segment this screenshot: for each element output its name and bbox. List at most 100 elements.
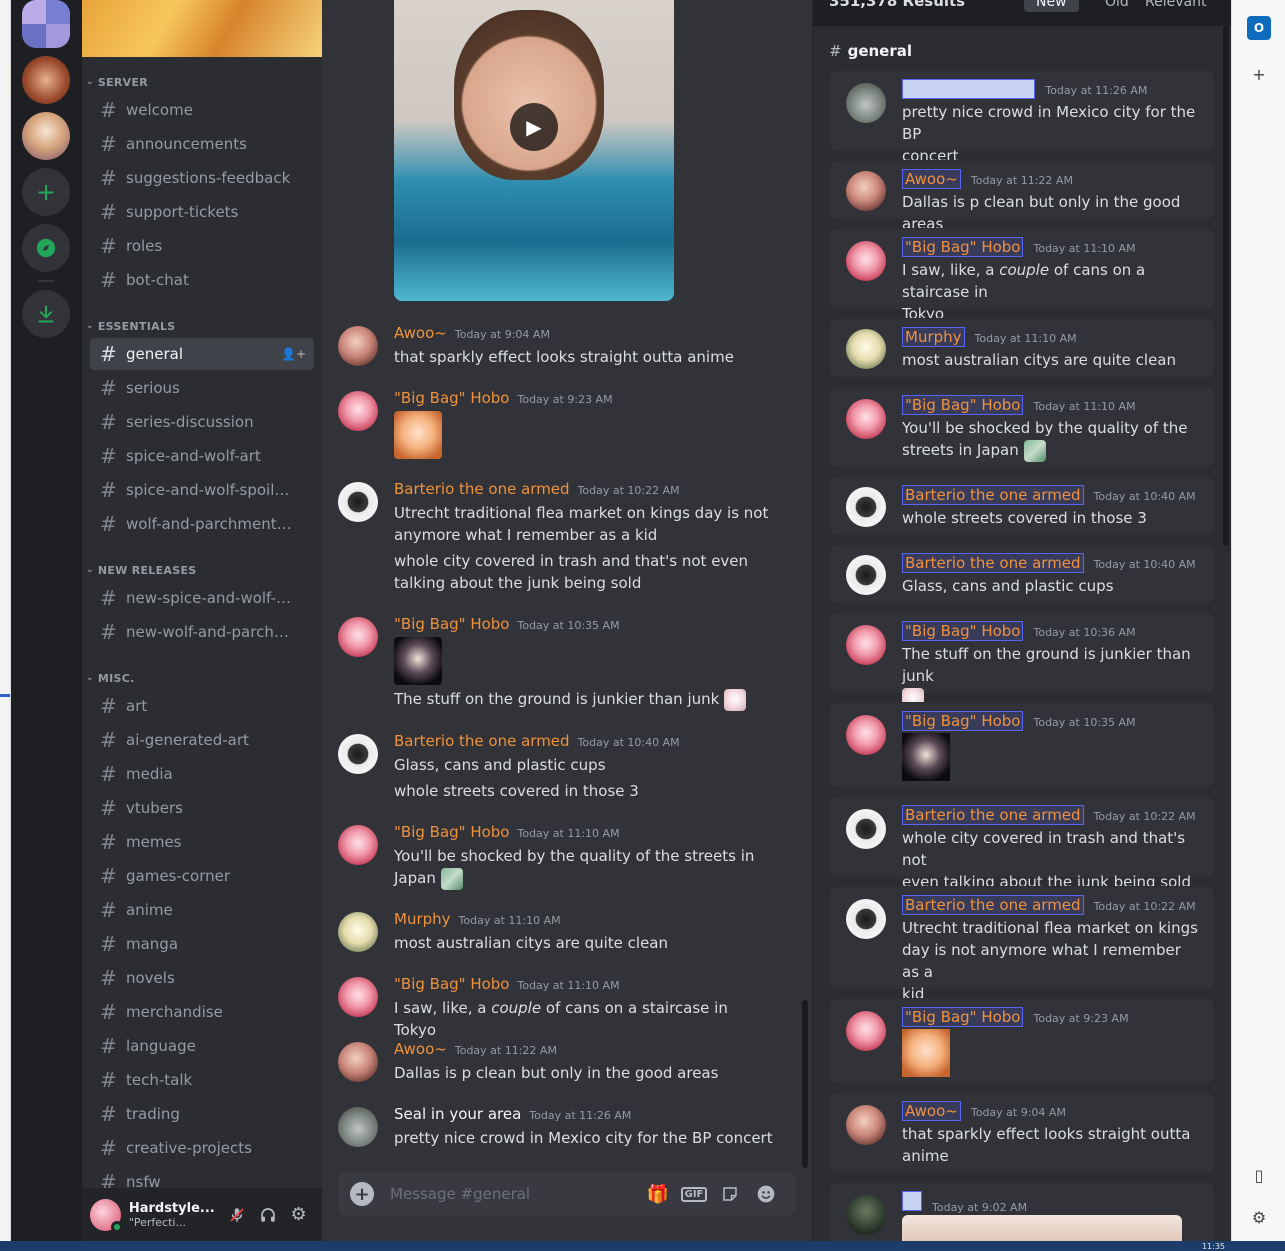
result-channel-heading[interactable]: # general — [829, 42, 912, 60]
result-author[interactable]: Awoo~ — [902, 169, 961, 189]
channel-welcome[interactable]: # welcome — [90, 94, 314, 126]
sidebar-toggle-icon[interactable]: ▯ — [1247, 1163, 1271, 1187]
search-result[interactable]: Barterio the one armed Today at 10:22 AM … — [829, 796, 1215, 891]
avatar[interactable] — [338, 391, 378, 431]
message-author[interactable]: Barterio the one armed — [394, 480, 570, 498]
sort-tab-new[interactable]: New — [1024, 0, 1079, 12]
channel-manga[interactable]: # manga — [90, 928, 314, 960]
channel-general[interactable]: # general 👤+ — [90, 338, 314, 370]
play-icon[interactable]: ▶ — [510, 103, 558, 151]
search-result[interactable]: "Big Bag" Hobo Today at 10:36 AM The stuf… — [829, 612, 1215, 710]
search-result[interactable]: Barterio the one armed Today at 10:40 AM … — [829, 476, 1215, 536]
channel-games-corner[interactable]: # games-corner — [90, 860, 314, 892]
result-author[interactable]: Barterio the one armed — [902, 485, 1084, 505]
result-author[interactable]: "Big Bag" Hobo — [902, 237, 1024, 257]
channel-tech-talk[interactable]: # tech-talk — [90, 1064, 314, 1096]
result-author[interactable] — [902, 1191, 922, 1211]
gif-button[interactable]: GIF — [676, 1186, 712, 1202]
channel-support-tickets[interactable]: # support-tickets — [90, 196, 314, 228]
category-new-releases[interactable]: ⌄ NEW RELEASES — [86, 562, 197, 578]
user-avatar[interactable] — [90, 1198, 123, 1233]
avatar[interactable] — [338, 912, 378, 952]
result-author[interactable]: Barterio the one armed — [902, 553, 1084, 573]
search-result[interactable]: Murphy Today at 11:10 AM most australian … — [829, 318, 1215, 378]
channel-novels[interactable]: # novels — [90, 962, 314, 994]
channel-creative-projects[interactable]: # creative-projects — [90, 1132, 314, 1164]
category-essentials[interactable]: ⌄ ESSENTIALS — [86, 318, 175, 334]
message-author[interactable]: "Big Bag" Hobo — [394, 975, 509, 993]
upload-plus-icon[interactable]: + — [350, 1182, 374, 1206]
avatar[interactable] — [338, 734, 378, 774]
create-invite-icon[interactable]: 👤+ — [281, 347, 306, 361]
channel-announcements[interactable]: # announcements — [90, 128, 314, 160]
channel-media[interactable]: # media — [90, 758, 314, 790]
channel-language[interactable]: # language — [90, 1030, 314, 1062]
user-settings-button[interactable]: ⚙ — [283, 1199, 314, 1231]
avatar[interactable] — [338, 825, 378, 865]
search-result[interactable]: "Big Bag" Hobo Today at 9:23 AM — [829, 998, 1215, 1084]
channel-roles[interactable]: # roles — [90, 230, 314, 262]
sort-tab-relevant[interactable]: Relevant — [1133, 0, 1218, 12]
result-author[interactable]: "Big Bag" Hobo — [902, 621, 1024, 641]
message-composer[interactable]: + Message #general 🎁 GIF — [338, 1172, 796, 1216]
channel-anime[interactable]: # anime — [90, 894, 314, 926]
search-result[interactable]: Barterio the one armed Today at 10:40 AM … — [829, 544, 1215, 604]
taskbar-clock[interactable]: 11:35 — [1202, 1242, 1225, 1251]
channel-wolf-and-parchment[interactable]: # wolf-and-parchment-s... — [90, 508, 314, 540]
gear-icon[interactable]: ⚙ — [1247, 1205, 1271, 1229]
emoji-button[interactable] — [748, 1184, 784, 1204]
message-author[interactable]: "Big Bag" Hobo — [394, 389, 509, 407]
message-author[interactable]: Murphy — [394, 910, 451, 928]
channel-bot-chat[interactable]: # bot-chat — [90, 264, 314, 296]
channel-new-spice-and-wolf[interactable]: # new-spice-and-wolf-s... — [90, 582, 314, 614]
message-author[interactable]: Barterio the one armed — [394, 732, 570, 750]
result-author[interactable]: Awoo~ — [902, 1101, 961, 1121]
avatar[interactable] — [338, 617, 378, 657]
sticker[interactable] — [394, 411, 442, 459]
category-server[interactable]: ⌄ SERVER — [86, 74, 148, 90]
search-result[interactable]: Barterio the one armed Today at 10:22 AM … — [829, 886, 1215, 1003]
server-folder[interactable] — [22, 0, 70, 48]
channel-vtubers[interactable]: # vtubers — [90, 792, 314, 824]
search-result[interactable]: "Big Bag" Hobo Today at 10:35 AM — [829, 702, 1215, 788]
channel-spice-and-wolf-spoilers[interactable]: # spice-and-wolf-spoilers — [90, 474, 314, 506]
avatar[interactable] — [338, 482, 378, 522]
channel-trading[interactable]: # trading — [90, 1098, 314, 1130]
avatar[interactable] — [338, 1107, 378, 1147]
sticker-button[interactable] — [712, 1185, 748, 1203]
deafen-button[interactable] — [252, 1199, 283, 1231]
channel-merchandise[interactable]: # merchandise — [90, 996, 314, 1028]
result-author[interactable]: Barterio the one armed — [902, 805, 1084, 825]
channel-suggestions-feedback[interactable]: # suggestions-feedback — [90, 162, 314, 194]
channel-memes[interactable]: # memes — [90, 826, 314, 858]
avatar[interactable] — [338, 326, 378, 366]
result-author[interactable]: "Big Bag" Hobo — [902, 395, 1024, 415]
channel-ai-generated-art[interactable]: # ai-generated-art — [90, 724, 314, 756]
channel-spice-and-wolf-art[interactable]: # spice-and-wolf-art — [90, 440, 314, 472]
add-icon[interactable]: + — [1247, 62, 1271, 86]
message-author[interactable]: "Big Bag" Hobo — [394, 615, 509, 633]
search-result[interactable]: Awoo~ Today at 9:04 AM that sparkly effec… — [829, 1092, 1215, 1174]
gift-button[interactable]: 🎁 — [640, 1184, 676, 1205]
search-result[interactable]: Seal in your area Today at 11:26 AM prett… — [829, 70, 1215, 165]
result-author[interactable]: Seal in your area — [902, 79, 1036, 99]
channel-new-wolf-and-parchment[interactable]: # new-wolf-and-parchm... — [90, 616, 314, 648]
category-misc[interactable]: ⌄ MISC. — [86, 670, 135, 686]
result-author[interactable]: Barterio the one armed — [902, 895, 1084, 915]
result-author[interactable]: Murphy — [902, 327, 965, 347]
search-result[interactable]: "Big Bag" Hobo Today at 11:10 AM You'll b… — [829, 386, 1215, 468]
outlook-icon[interactable]: O — [1247, 16, 1271, 40]
server-other[interactable] — [22, 112, 70, 160]
message-author[interactable]: "Big Bag" Hobo — [394, 823, 509, 841]
message-author[interactable]: Awoo~ — [394, 1040, 447, 1058]
avatar[interactable] — [338, 1042, 378, 1082]
message-author[interactable]: Seal in your area — [394, 1105, 521, 1123]
message-author[interactable]: Awoo~ — [394, 324, 447, 342]
search-scrollbar[interactable] — [1223, 26, 1229, 546]
sticker[interactable] — [394, 637, 442, 685]
video-attachment[interactable]: ▶ — [394, 0, 674, 301]
message-input[interactable]: Message #general — [390, 1185, 640, 1203]
channel-series-discussion[interactable]: # series-discussion — [90, 406, 314, 438]
search-result[interactable]: Awoo~ Today at 11:22 AM Dallas is p clean… — [829, 160, 1215, 233]
explore-servers-button[interactable] — [22, 224, 70, 272]
